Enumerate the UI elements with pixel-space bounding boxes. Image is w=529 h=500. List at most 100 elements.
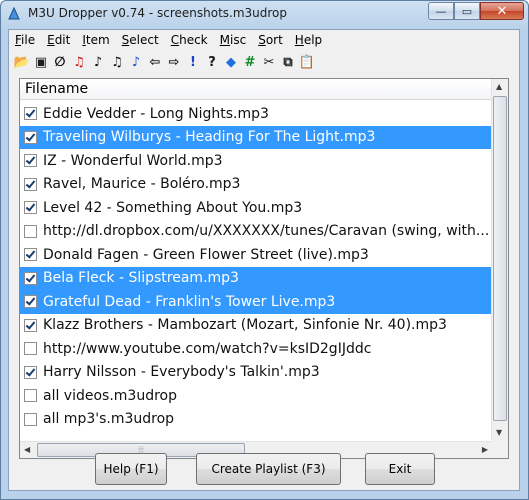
row-filename: Bela Fleck - Slipstream.mp3 (43, 270, 239, 287)
menu-item-file[interactable]: File (9, 33, 41, 47)
caption-buttons: — ▭ ✕ (428, 2, 524, 20)
scroll-corner (491, 441, 508, 458)
music-notes-icon[interactable]: ♫ (108, 53, 126, 71)
menu-item-check[interactable]: Check (165, 33, 214, 47)
exit-button[interactable]: Exit (365, 453, 435, 485)
copy-icon[interactable]: ⧉ (279, 53, 297, 71)
maximize-button[interactable]: ▭ (454, 2, 480, 20)
row-checkbox[interactable] (24, 201, 37, 215)
file-list[interactable]: Filename Eddie Vedder - Long Nights.mp3 T… (19, 78, 509, 459)
menu-item-item[interactable]: Item (76, 33, 115, 47)
music-note-icon[interactable]: ♪ (89, 53, 107, 71)
paste-icon[interactable]: 📋 (298, 53, 316, 71)
list-item[interactable]: Ravel, Maurice - Boléro.mp3 (20, 173, 492, 197)
scroll-up-icon[interactable]: ▲ (496, 83, 502, 91)
menu-accel-letter: M (219, 33, 230, 47)
row-checkbox[interactable] (24, 412, 37, 426)
row-checkbox[interactable] (24, 248, 37, 262)
exclamation-icon[interactable]: ! (184, 53, 202, 71)
close-icon: ✕ (496, 3, 508, 19)
exit-button-label: Exit (388, 462, 412, 476)
help-button-label: Help (F1) (103, 462, 159, 476)
row-filename: all videos.m3udrop (43, 387, 177, 404)
vertical-scrollbar[interactable]: ▲ ▼ (491, 79, 508, 441)
menu-item-edit[interactable]: Edit (41, 33, 76, 47)
create-playlist-button[interactable]: Create Playlist (F3) (196, 453, 341, 485)
minimize-button[interactable]: — (428, 2, 454, 20)
list-item[interactable]: Grateful Dead - Franklin's Tower Live.mp… (20, 290, 492, 314)
list-item[interactable]: Level 42 - Something About You.mp3 (20, 196, 492, 220)
row-filename: Harry Nilsson - Everybody's Talkin'.mp3 (43, 364, 320, 381)
menu-accel-letter: E (47, 33, 55, 47)
list-item[interactable]: Traveling Wilburys - Heading For The Lig… (20, 125, 492, 149)
scroll-right-icon[interactable]: ▶ (482, 446, 488, 454)
close-button[interactable]: ✕ (480, 2, 524, 20)
list-item[interactable]: http://dl.dropbox.com/u/XXXXXXX/tunes/Ca… (20, 220, 492, 244)
menu-accel-letter: H (294, 33, 304, 47)
file-rows: Eddie Vedder - Long Nights.mp3 Traveling … (20, 102, 492, 431)
maximize-icon: ▭ (461, 4, 473, 18)
row-filename: http://dl.dropbox.com/u/XXXXXXX/tunes/Ca… (43, 223, 490, 240)
column-header-filename[interactable]: Filename (20, 79, 492, 100)
list-item[interactable]: Eddie Vedder - Long Nights.mp3 (20, 102, 492, 126)
scroll-left-icon[interactable]: ◀ (24, 446, 30, 454)
create-playlist-button-label: Create Playlist (F3) (211, 462, 326, 476)
title-bar[interactable]: M3U Dropper v0.74 - screenshots.m3udrop … (1, 1, 528, 29)
clear-icon[interactable]: ∅ (51, 53, 69, 71)
menu-bar: File Edit Item Select Check Misc Sort Help (9, 30, 519, 50)
menu-label-rest: dit (54, 33, 71, 47)
row-filename: all mp3's.m3udrop (43, 411, 175, 428)
row-checkbox[interactable] (24, 318, 37, 332)
row-checkbox[interactable] (24, 271, 37, 285)
menu-label-rest: isc (230, 33, 247, 47)
menu-item-help[interactable]: Help (289, 33, 328, 47)
question-icon[interactable]: ? (203, 53, 221, 71)
row-filename: Level 42 - Something About You.mp3 (43, 199, 303, 216)
menu-item-select[interactable]: Select (116, 33, 165, 47)
list-item[interactable]: Bela Fleck - Slipstream.mp3 (20, 266, 492, 290)
row-checkbox[interactable] (24, 224, 37, 238)
list-item[interactable]: all videos.m3udrop (20, 384, 492, 408)
arrow-left-icon[interactable]: ⇦ (146, 53, 164, 71)
open-folder-icon[interactable]: 📂 (13, 53, 31, 71)
scissors-icon[interactable]: ✂ (260, 53, 278, 71)
list-item[interactable]: http://www.youtube.com/watch?v=ksID2gIJd… (20, 337, 492, 361)
row-filename: Eddie Vedder - Long Nights.mp3 (43, 105, 269, 122)
menu-item-misc[interactable]: Misc (214, 33, 253, 47)
row-filename: Traveling Wilburys - Heading For The Lig… (43, 129, 376, 146)
list-item[interactable]: Harry Nilsson - Everybody's Talkin'.mp3 (20, 361, 492, 385)
row-checkbox[interactable] (24, 154, 37, 168)
save-icon[interactable]: ▣ (32, 53, 50, 71)
menu-item-sort[interactable]: Sort (252, 33, 289, 47)
list-item[interactable]: all mp3's.m3udrop (20, 408, 492, 432)
music-note-blue-icon[interactable]: ♪ (127, 53, 145, 71)
menu-accel-letter: C (170, 33, 180, 47)
music-note-red-icon[interactable]: ♫ (70, 53, 88, 71)
diamond-icon[interactable]: ◆ (222, 53, 240, 71)
list-item[interactable]: Klazz Brothers - Mambozart (Mozart, Sinf… (20, 314, 492, 338)
row-filename: Klazz Brothers - Mambozart (Mozart, Sinf… (43, 317, 447, 334)
row-checkbox[interactable] (24, 365, 37, 379)
list-item[interactable]: Donald Fagen - Green Flower Street (live… (20, 243, 492, 267)
row-checkbox[interactable] (24, 342, 37, 356)
menu-label-rest: ort (265, 33, 283, 47)
row-checkbox[interactable] (24, 130, 37, 144)
menu-label-rest: elect (129, 33, 159, 47)
hash-icon[interactable]: # (241, 53, 259, 71)
arrow-right-icon[interactable]: ⇨ (165, 53, 183, 71)
help-button[interactable]: Help (F1) (95, 453, 167, 485)
vertical-scroll-thumb[interactable] (493, 96, 507, 421)
menu-label-rest: ile (21, 33, 36, 47)
app-window: M3U Dropper v0.74 - screenshots.m3udrop … (0, 0, 529, 500)
row-checkbox[interactable] (24, 295, 37, 309)
row-checkbox[interactable] (24, 107, 37, 121)
menu-label-rest: elp (303, 33, 323, 47)
toolbar: 📂 ▣ ∅ ♫ ♪ ♫ ♪ ⇦ ⇨!? ◆ # ✂ ⧉ 📋 (13, 52, 317, 72)
row-checkbox[interactable] (24, 389, 37, 403)
scroll-down-icon[interactable]: ▼ (496, 429, 502, 437)
list-item[interactable]: IZ - Wonderful World.mp3 (20, 149, 492, 173)
menu-label-rest: heck (179, 33, 208, 47)
menu-accel-letter: S (258, 33, 266, 47)
window-title: M3U Dropper v0.74 - screenshots.m3udrop (28, 6, 288, 20)
row-checkbox[interactable] (24, 177, 37, 191)
